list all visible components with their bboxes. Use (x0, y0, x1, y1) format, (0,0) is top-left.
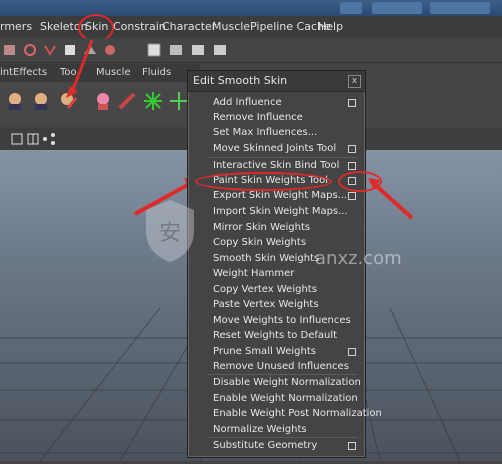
menu-item-disable-weight-normalization[interactable]: Disable Weight Normalization (213, 377, 361, 388)
menu-item-normalize-weights[interactable]: Normalize Weights (213, 424, 307, 435)
option-box-icon[interactable] (348, 442, 356, 450)
watermark-text: anxz.com (315, 248, 402, 269)
popup-title-bar[interactable]: Edit Smooth Skin x (188, 71, 365, 92)
option-box-icon[interactable] (348, 162, 356, 170)
menu-item-copy-vertex-weights[interactable]: Copy Vertex Weights (213, 284, 317, 295)
highlight-oval (338, 171, 382, 192)
svg-text:安: 安 (159, 221, 181, 246)
menu-item-enable-weight-post-normalization[interactable]: Enable Weight Post Normalization (213, 408, 382, 419)
menu-item-move-skinned-joints[interactable]: Move Skinned Joints Tool (213, 143, 336, 154)
menu-item-substitute-geometry[interactable]: Substitute Geometry (213, 440, 317, 451)
menu-item-move-weights-to-influences[interactable]: Move Weights to Influences (213, 315, 351, 326)
popup-title: Edit Smooth Skin (193, 74, 288, 87)
menu-item-set-max-influences[interactable]: Set Max Influences... (213, 127, 317, 138)
shield-logo-icon: 安 (146, 200, 194, 262)
menu-item-interactive-skin-bind[interactable]: Interactive Skin Bind Tool (213, 160, 339, 171)
menu-divider (208, 374, 358, 375)
menu-divider (208, 157, 358, 158)
menu-item-paste-vertex-weights[interactable]: Paste Vertex Weights (213, 299, 319, 310)
menu-item-remove-influence[interactable]: Remove Influence (213, 112, 303, 123)
menu-item-add-influence[interactable]: Add Influence (213, 97, 282, 108)
menu-item-prune-small-weights[interactable]: Prune Small Weights (213, 346, 316, 357)
option-box-icon[interactable] (348, 348, 356, 356)
menu-divider (208, 437, 358, 438)
menu-item-remove-unused-influences[interactable]: Remove Unused Influences (213, 361, 349, 372)
option-box-icon[interactable] (348, 145, 356, 153)
menu-item-reset-weights-to-default[interactable]: Reset Weights to Default (213, 330, 337, 341)
menu-item-enable-weight-normalization[interactable]: Enable Weight Normalization (213, 393, 358, 404)
watermark: 安 anxz.com (140, 196, 420, 276)
highlight-oval (195, 172, 332, 191)
option-box-icon[interactable] (348, 99, 356, 107)
close-icon[interactable]: x (348, 75, 361, 88)
